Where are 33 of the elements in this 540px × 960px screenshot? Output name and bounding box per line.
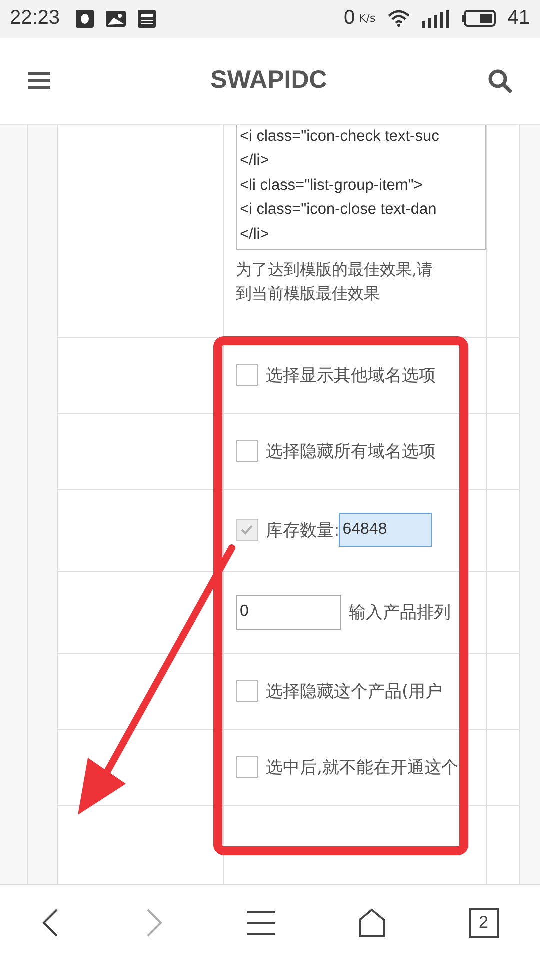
speed-unit: K/s [359,12,376,26]
option-label: 选择隐藏这个产品(用户 [266,680,443,703]
battery-level: 41 [508,7,530,30]
option-label: 选中后,就不能在开通这个 [266,756,458,779]
site-title[interactable]: SWAPIDC [210,66,328,96]
template-note: 到当前模版最佳效果 [236,282,381,305]
clock: 22:23 [10,7,60,30]
code-line: </li> [240,224,270,245]
code-line: <li class="list-group-item"> [240,176,424,196]
code-line: <i class="icon-close text-dan [240,200,438,220]
battery-icon [462,10,496,28]
option-label: 库存数量: [266,520,340,542]
newspaper-icon [138,10,156,28]
image-icon [106,10,126,27]
checkbox[interactable] [236,364,258,386]
code-text-area[interactable]: <i class="icon-check text-suc </li> <li class="list-group-item"> <i class="icon-close text-dan </li> [236,124,486,250]
option-label: 输入产品排列 [349,602,451,624]
checkbox[interactable] [236,756,258,778]
network-speed: 0 [344,7,356,30]
menu-icon[interactable] [28,72,50,90]
wifi-icon [388,10,410,28]
code-line: </li> [240,151,270,172]
option-label: 选择隐藏所有域名选项 [266,440,436,463]
sort-weight-input[interactable]: 0 [236,594,341,630]
checkbox[interactable] [236,440,258,462]
search-icon[interactable] [488,68,512,93]
code-line: <i class="icon-check text-suc [240,126,440,147]
checkbox[interactable] [236,680,258,702]
chat-icon [76,10,94,28]
signal-icon [422,10,450,28]
option-label: 选择显示其他域名选项 [266,364,436,387]
check-icon [240,524,254,536]
template-note: 为了达到模版的最佳效果,请 [236,258,434,281]
